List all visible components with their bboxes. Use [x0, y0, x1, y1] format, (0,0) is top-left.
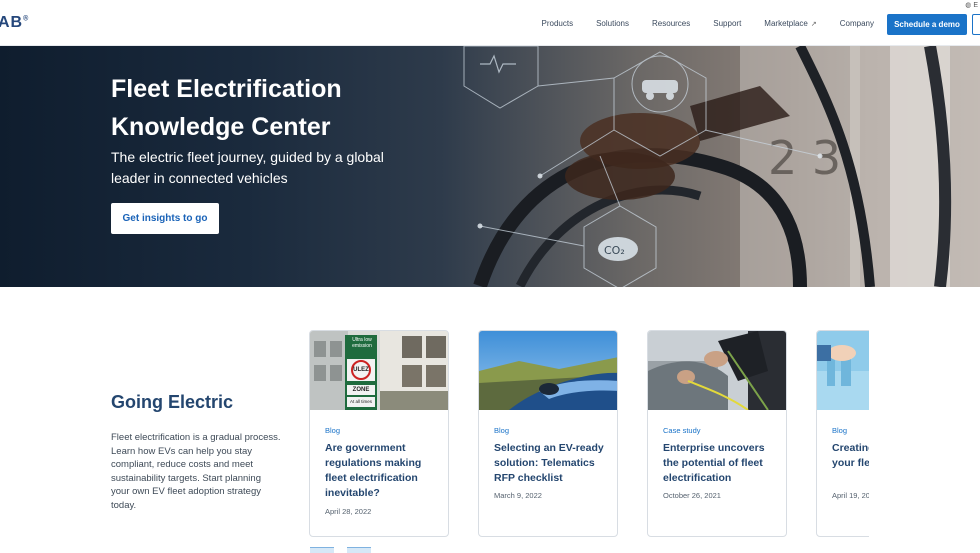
get-insights-button[interactable]: Get insights to go — [111, 203, 219, 234]
article-title[interactable]: Creating adoption your fle — [832, 441, 869, 471]
article-tag: Case study — [663, 426, 701, 435]
globe-icon: ◍ — [965, 2, 972, 9]
article-date: March 9, 2022 — [494, 491, 542, 500]
svg-text:2 3: 2 3 — [768, 131, 841, 185]
section-title: Going Electric — [111, 392, 234, 412]
article-carousel: Ultra low emission ULEZ ZONE At all time… — [309, 330, 869, 540]
carousel-next-button[interactable] — [347, 547, 371, 553]
nav-solutions[interactable]: Solutions — [596, 19, 629, 28]
article-tag: Blog — [325, 426, 341, 435]
article-card[interactable]: Case study Enterprise uncovers the poten… — [647, 330, 787, 537]
article-date: April 28, 2022 — [325, 507, 372, 516]
logo-text: AB — [0, 14, 24, 31]
article-image-handshake — [817, 331, 869, 410]
language-label: E — [973, 2, 978, 9]
article-tag: Blog — [494, 426, 510, 435]
hero-subtitle: The electric fleet journey, guided by a … — [111, 149, 384, 186]
nav-support[interactable]: Support — [713, 19, 741, 28]
section-description: Fleet electrification is a gradual proce… — [111, 432, 281, 511]
external-link-icon: ↗ — [810, 20, 817, 28]
nav-marketplace-label: Marketplace — [764, 19, 808, 28]
hero-banner: 2 3 CO₂ Fleet Electrification Knowledge … — [0, 46, 980, 287]
article-card[interactable]: Blog Creating adoption your fle April 19… — [816, 330, 869, 537]
main-nav: Products Solutions Resources Support Mar… — [519, 19, 874, 28]
sign-text: ZONE — [352, 387, 370, 393]
sign-text: At all times — [349, 399, 372, 404]
article-card[interactable]: Ultra low emission ULEZ ZONE At all time… — [309, 330, 449, 537]
article-title[interactable]: Selecting an EV-ready solution: Telemati… — [494, 441, 609, 486]
nav-products[interactable]: Products — [542, 19, 574, 28]
hero-title: Fleet Electrification Knowledge Center — [111, 75, 342, 141]
article-tag: Blog — [832, 426, 848, 435]
nav-resources[interactable]: Resources — [652, 19, 690, 28]
nav-company[interactable]: Company — [840, 19, 874, 28]
language-selector[interactable]: ◍ E — [965, 1, 978, 9]
sign-text: ULEZ — [353, 367, 369, 373]
article-image-car — [479, 331, 617, 410]
article-date: April 19, 20 — [832, 491, 869, 500]
article-card[interactable]: Blog Selecting an EV-ready solution: Tel… — [478, 330, 618, 537]
article-image-ulez: Ultra low emission ULEZ ZONE At all time… — [310, 331, 448, 410]
logo[interactable]: AB® — [0, 14, 29, 32]
carousel-prev-button[interactable] — [310, 547, 334, 553]
article-date: October 26, 2021 — [663, 491, 721, 500]
nav-marketplace[interactable]: Marketplace ↗ — [764, 19, 816, 28]
co2-icon-label: CO₂ — [604, 244, 625, 257]
secondary-button-edge[interactable] — [972, 14, 980, 35]
schedule-demo-button[interactable]: Schedule a demo — [887, 14, 967, 35]
article-title[interactable]: Are government regulations making fleet … — [325, 441, 440, 501]
article-title[interactable]: Enterprise uncovers the potential of fle… — [663, 441, 778, 486]
top-navigation: AB® ◍ E Products Solutions Resources Sup… — [0, 0, 980, 46]
sign-text: emission — [352, 343, 372, 349]
article-image-charging — [648, 331, 786, 410]
